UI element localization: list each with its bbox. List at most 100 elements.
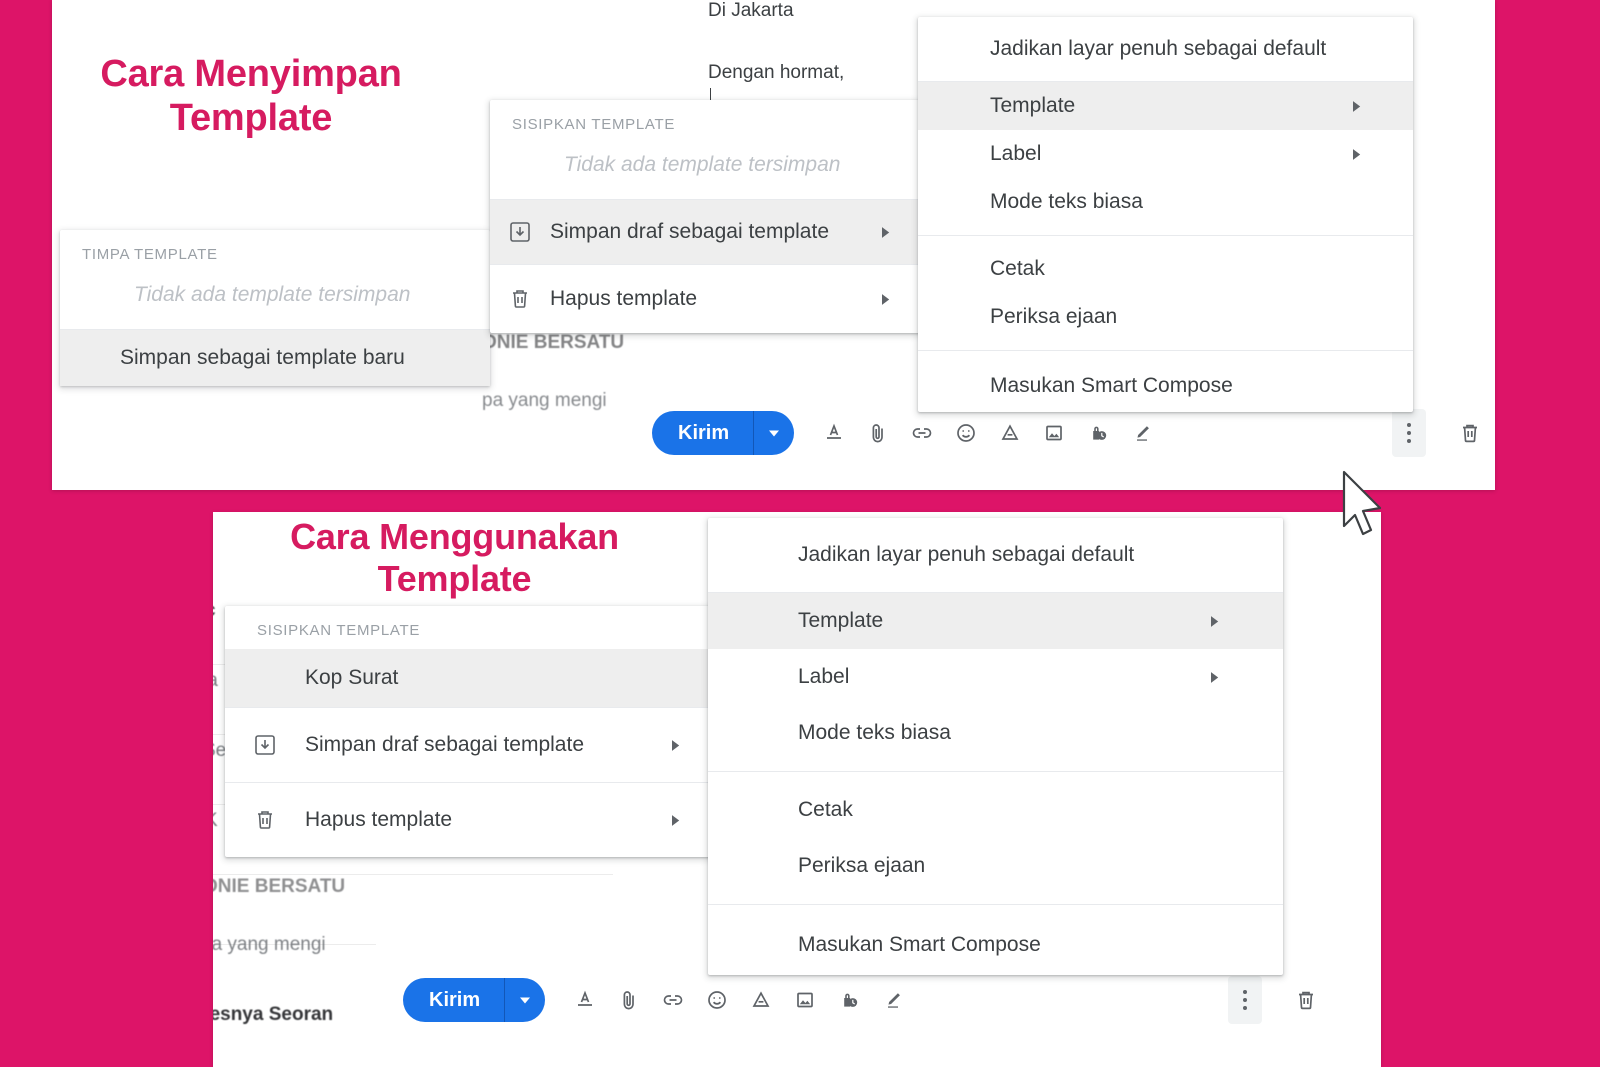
menu-item-label: Cetak [990,257,1045,280]
ghost-email-line: la [213,670,218,692]
ghost-email-line: K [213,810,218,832]
insert-signature-icon[interactable] [1120,411,1164,455]
insert-drive-icon[interactable] [988,411,1032,455]
confidential-mode-icon[interactable] [1076,411,1120,455]
send-button[interactable]: Kirim [652,411,795,455]
send-options-arrow[interactable] [754,411,794,455]
discard-draft-icon[interactable] [1448,411,1492,455]
menu-item-label: Simpan draf sebagai template [550,220,829,243]
more-options-icon[interactable] [1392,409,1426,457]
menu-item-label: Mode teks biasa [798,721,951,744]
send-options-arrow[interactable] [505,978,545,1022]
menu-item-smart-compose-feedback[interactable]: Masukan Smart Compose [918,360,1413,412]
menu-item-label: Hapus template [305,808,453,831]
format-options-icon[interactable] [812,411,856,455]
menu-item-label: Hapus template [550,287,698,310]
menu-item-save-draft-as-template[interactable]: Simpan draf sebagai template [225,708,720,782]
insert-photo-icon[interactable] [1032,411,1076,455]
ghost-email-line: ONIE BERSATU [482,332,625,353]
menu-item-template[interactable]: Template [918,82,1413,130]
menu-item-label: Periksa ejaan [798,854,926,877]
send-button-label: Kirim [429,988,481,1011]
menu-item-label: Periksa ejaan [990,305,1118,328]
email-divider [213,874,613,875]
menu-item-plain-text-mode[interactable]: Mode teks biasa [708,705,1283,761]
menu-divider [708,904,1283,905]
insert-template-section-label: SISIPKAN TEMPLATE [257,622,421,639]
more-options-menu-top: Jadikan layar penuh sebagai default Temp… [918,17,1413,412]
menu-divider [708,771,1283,772]
menu-item-save-as-new-template[interactable]: Simpan sebagai template baru [60,330,490,386]
attach-file-icon[interactable] [607,978,651,1022]
menu-divider [918,235,1413,236]
menu-item-plain-text-mode[interactable]: Mode teks biasa [918,178,1413,226]
overwrite-template-menu: TIMPA TEMPLATE Tidak ada template tersim… [60,230,490,386]
menu-item-fullscreen-default[interactable]: Jadikan layar penuh sebagai default [918,17,1413,81]
top-screenshot-card: Di Jakarta Dengan hormat, ONIE BERSATU p… [52,0,1495,490]
menu-item-kop-surat[interactable]: Kop Surat [225,649,720,707]
insert-link-icon[interactable] [651,978,695,1022]
insert-emoji-icon[interactable] [944,411,988,455]
page-title-bottom: Cara Menggunakan Template [290,516,619,599]
menu-item-label: Label [990,142,1042,165]
menu-item-template[interactable]: Template [708,593,1283,649]
menu-item-delete-template[interactable]: Hapus template [490,265,920,333]
insert-photo-icon[interactable] [783,978,827,1022]
bottom-screenshot-card: c la Se K ONIE BERSATU pa yang mengi ses… [213,512,1381,1067]
ghost-email-line: c [213,600,216,622]
ghost-email-line: pa yang mengi [482,390,607,411]
insert-drive-icon[interactable] [739,978,783,1022]
trash-icon [490,287,550,311]
menu-item-save-draft-as-template[interactable]: Simpan draf sebagai template [490,200,920,264]
email-body-greeting: Dengan hormat, [708,62,845,83]
confidential-mode-icon[interactable] [827,978,871,1022]
menu-item-label: Label [798,665,850,688]
insert-link-icon[interactable] [900,411,944,455]
chevron-right-icon [1211,671,1283,683]
menu-item-label: Mode teks biasa [990,190,1143,213]
menu-item-label: Masukan Smart Compose [990,374,1233,397]
insert-template-menu-bottom: SISIPKAN TEMPLATE Kop Surat Simpan draf … [225,606,720,857]
ghost-email-line: ONIE BERSATU [213,876,346,897]
insert-emoji-icon[interactable] [695,978,739,1022]
menu-item-label: Template [798,609,884,632]
menu-item-label: Cetak [798,798,853,821]
menu-item-label[interactable]: Label [918,130,1413,178]
menu-item-check-spelling[interactable]: Periksa ejaan [708,838,1283,894]
menu-item-print[interactable]: Cetak [918,245,1413,293]
chevron-right-icon [1353,100,1413,112]
menu-item-label: Template [990,94,1076,117]
menu-item-smart-compose-feedback[interactable]: Masukan Smart Compose [708,915,1283,975]
attach-file-icon[interactable] [856,411,900,455]
send-button[interactable]: Kirim [403,978,546,1022]
format-options-icon[interactable] [563,978,607,1022]
menu-item-label: Kop Surat [305,666,399,689]
ghost-email-line: sesnya Seoran [213,1004,334,1025]
chevron-right-icon [882,226,920,238]
menu-item-label: Jadikan layar penuh sebagai default [798,543,1135,566]
insert-signature-icon[interactable] [871,978,915,1022]
more-options-icon[interactable] [1228,976,1262,1024]
chevron-right-icon [1211,615,1283,627]
send-button-label: Kirim [678,421,730,444]
overwrite-template-section-label: TIMPA TEMPLATE [82,246,218,263]
save-template-icon [490,220,550,244]
discard-draft-icon[interactable] [1284,978,1328,1022]
more-options-menu-bottom: Jadikan layar penuh sebagai default Temp… [708,518,1283,975]
email-body-city: Di Jakarta [708,0,794,21]
menu-item-delete-template[interactable]: Hapus template [225,783,720,857]
insert-template-empty-text: Tidak ada template tersimpan [564,153,841,176]
trash-icon [225,808,305,832]
chevron-right-icon [882,293,920,305]
overwrite-template-empty-text: Tidak ada template tersimpan [134,283,411,306]
menu-item-label[interactable]: Label [708,649,1283,705]
menu-item-fullscreen-default[interactable]: Jadikan layar penuh sebagai default [708,518,1283,592]
ghost-email-line: pa yang mengi [213,934,326,955]
menu-item-check-spelling[interactable]: Periksa ejaan [918,293,1413,341]
menu-item-print[interactable]: Cetak [708,782,1283,838]
menu-item-label: Simpan sebagai template baru [120,346,405,369]
compose-toolbar-bottom: Kirim [403,970,1328,1030]
insert-template-menu-top: SISIPKAN TEMPLATE Tidak ada template ter… [490,100,920,333]
chevron-right-icon [1353,148,1413,160]
menu-item-label: Simpan draf sebagai template [305,733,584,756]
